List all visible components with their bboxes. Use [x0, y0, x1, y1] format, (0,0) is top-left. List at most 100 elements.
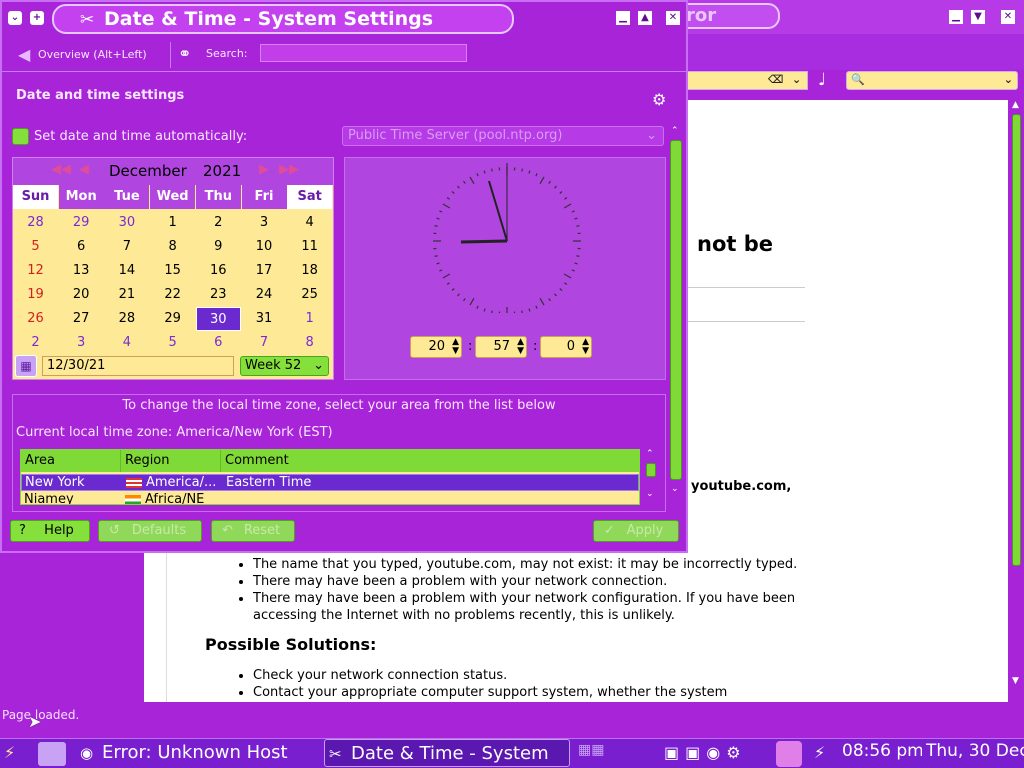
calendar-day[interactable]: 18	[287, 259, 332, 283]
dialog-titlebar[interactable]: ✂ Date & Time - System Settings	[52, 4, 514, 34]
close-icon[interactable]: ✕	[666, 11, 680, 25]
calendar-day[interactable]: 13	[59, 259, 104, 283]
calendar-day[interactable]: 21	[104, 283, 149, 307]
hour-spinbox[interactable]: 20 ▲ ▼	[410, 336, 462, 358]
calendar-day[interactable]: 28	[13, 211, 58, 235]
calendar-day[interactable]: 20	[59, 283, 104, 307]
table-row[interactable]: Niamey Africa/NE	[21, 492, 639, 504]
system-tray-icons[interactable]: ▣▣◉⚙	[664, 743, 747, 762]
auto-time-checkbox[interactable]	[12, 128, 29, 145]
calendar-day[interactable]: 14	[104, 259, 149, 283]
calendar-day[interactable]: 2	[13, 331, 58, 355]
time-server-select[interactable]: Public Time Server (pool.ntp.org) ⌄	[342, 126, 664, 146]
close-icon[interactable]: ✕	[1001, 10, 1015, 24]
calendar-day[interactable]: 1	[287, 307, 332, 331]
chevron-down-icon[interactable]: ⌄	[1004, 73, 1013, 86]
calendar-day[interactable]: 11	[287, 235, 332, 259]
table-row[interactable]: New York America/... Eastern Time	[21, 474, 639, 491]
date-picker-icon[interactable]: ▦	[15, 355, 37, 377]
calendar-day[interactable]: 9	[196, 235, 241, 259]
app-menu-icon[interactable]: ⚡	[4, 743, 15, 762]
column-header-comment[interactable]: Comment	[221, 450, 639, 472]
reset-button[interactable]: ↶ Reset	[211, 520, 295, 542]
spin-arrows-icon[interactable]: ▲ ▼	[517, 338, 524, 356]
calendar-day[interactable]: 4	[104, 331, 149, 355]
calendar-day[interactable]: 12	[13, 259, 58, 283]
column-header-area[interactable]: Area	[21, 450, 121, 472]
minimize-icon[interactable]: ▁	[949, 10, 963, 24]
spin-arrows-icon[interactable]: ▲ ▼	[582, 338, 589, 356]
scroll-down-icon[interactable]: ⌄	[646, 489, 654, 499]
calendar-day[interactable]: 7	[104, 235, 149, 259]
prev-year-icon[interactable]: ◀◀	[51, 162, 71, 177]
calendar-day[interactable]: 5	[13, 235, 58, 259]
table-scrollbar[interactable]: ⌃ ⌄	[644, 449, 658, 505]
maximize-icon[interactable]: ▲	[638, 11, 652, 25]
taskbar-date[interactable]: Thu, 30 Dec	[926, 741, 1024, 761]
web-search-box[interactable]: 🔍 ⌄	[846, 71, 1018, 90]
calendar-day[interactable]: 1	[150, 211, 195, 235]
calendar-day[interactable]: 6	[59, 235, 104, 259]
folder-icon[interactable]	[38, 742, 66, 766]
year-label[interactable]: 2021	[203, 162, 241, 180]
calendar-day[interactable]: 15	[150, 259, 195, 283]
calendar-day[interactable]: 3	[59, 331, 104, 355]
calendar-day[interactable]: 24	[242, 283, 287, 307]
calendar-day[interactable]: 3	[242, 211, 287, 235]
scroll-thumb[interactable]	[670, 140, 682, 480]
clear-icon[interactable]: ⌫	[768, 73, 784, 86]
calendar-day[interactable]: 27	[59, 307, 104, 331]
calendar-day[interactable]: 19	[13, 283, 58, 307]
scroll-thumb[interactable]	[1012, 114, 1021, 566]
help-bubble-icon[interactable]: ⚙	[652, 90, 666, 109]
overview-button[interactable]: ◀ Overview (Alt+Left)	[8, 44, 147, 66]
scroll-down-icon[interactable]: ⌄	[671, 484, 679, 494]
calendar-day[interactable]: 5	[150, 331, 195, 355]
calendar-day[interactable]: 22	[150, 283, 195, 307]
minute-spinbox[interactable]: 57 ▲ ▼	[475, 336, 527, 358]
menu-icon[interactable]: ⌄	[8, 11, 22, 25]
minimize-icon[interactable]: ▁	[616, 11, 630, 25]
timezone-table[interactable]: Area Region Comment New York America/...…	[20, 449, 640, 505]
calendar-day[interactable]: 8	[287, 331, 332, 355]
scroll-up-icon[interactable]: ⌃	[646, 449, 654, 459]
calendar-day[interactable]: 4	[287, 211, 332, 235]
scroll-down-icon[interactable]: ▼	[1012, 676, 1019, 686]
week-select[interactable]: Week 52 ⌄	[240, 356, 329, 376]
dialog-scrollbar[interactable]: ⌃ ⌄	[668, 126, 684, 494]
scroll-up-icon[interactable]: ▲	[1012, 100, 1019, 110]
calendar-day[interactable]: 16	[196, 259, 241, 283]
calendar-day[interactable]: 29	[150, 307, 195, 331]
task-datetime[interactable]: ✂ Date & Time - System	[324, 739, 570, 767]
search-input[interactable]	[260, 44, 467, 62]
chevron-down-icon[interactable]: ⌄	[792, 73, 801, 86]
calendar-day[interactable]: 25	[287, 283, 332, 307]
scroll-thumb[interactable]	[646, 463, 656, 477]
scroll-up-icon[interactable]: ⌃	[671, 126, 679, 136]
calendar-day[interactable]: 6	[196, 331, 241, 355]
spin-arrows-icon[interactable]: ▲ ▼	[452, 338, 459, 356]
apply-button[interactable]: ✓ Apply	[593, 520, 679, 542]
calendar-day[interactable]: 7	[242, 331, 287, 355]
url-bar[interactable]: ⌫ ⌄	[688, 71, 808, 90]
bookmark-icon[interactable]: ♩	[818, 70, 836, 90]
calendar-day[interactable]: 17	[242, 259, 287, 283]
calendar-day[interactable]: 29	[59, 211, 104, 235]
calendar-day[interactable]: 28	[104, 307, 149, 331]
desktop-pager-icon[interactable]: ▦▦	[578, 742, 638, 766]
page-scrollbar[interactable]: ▲ ▼	[1009, 100, 1024, 702]
calendar-day[interactable]: 31	[242, 307, 287, 331]
next-month-icon[interactable]: ▶	[259, 162, 269, 177]
calendar-day[interactable]: 8	[150, 235, 195, 259]
task-browser[interactable]: ◉ Error: Unknown Host	[76, 739, 316, 767]
help-button[interactable]: ? Help	[10, 520, 90, 542]
maximize-icon[interactable]: ▼	[971, 10, 985, 24]
taskbar-clock[interactable]: 08:56 pm	[842, 741, 922, 761]
calendar-day[interactable]: 30	[195, 307, 241, 331]
second-spinbox[interactable]: 0 ▲ ▼	[540, 336, 592, 358]
calendar-day[interactable]: 2	[196, 211, 241, 235]
power-plug-icon[interactable]: ⚡	[814, 743, 825, 762]
calendar-day[interactable]: 26	[13, 307, 58, 331]
date-field[interactable]: 12/30/21	[42, 356, 234, 376]
calendar-day[interactable]: 30	[104, 211, 149, 235]
